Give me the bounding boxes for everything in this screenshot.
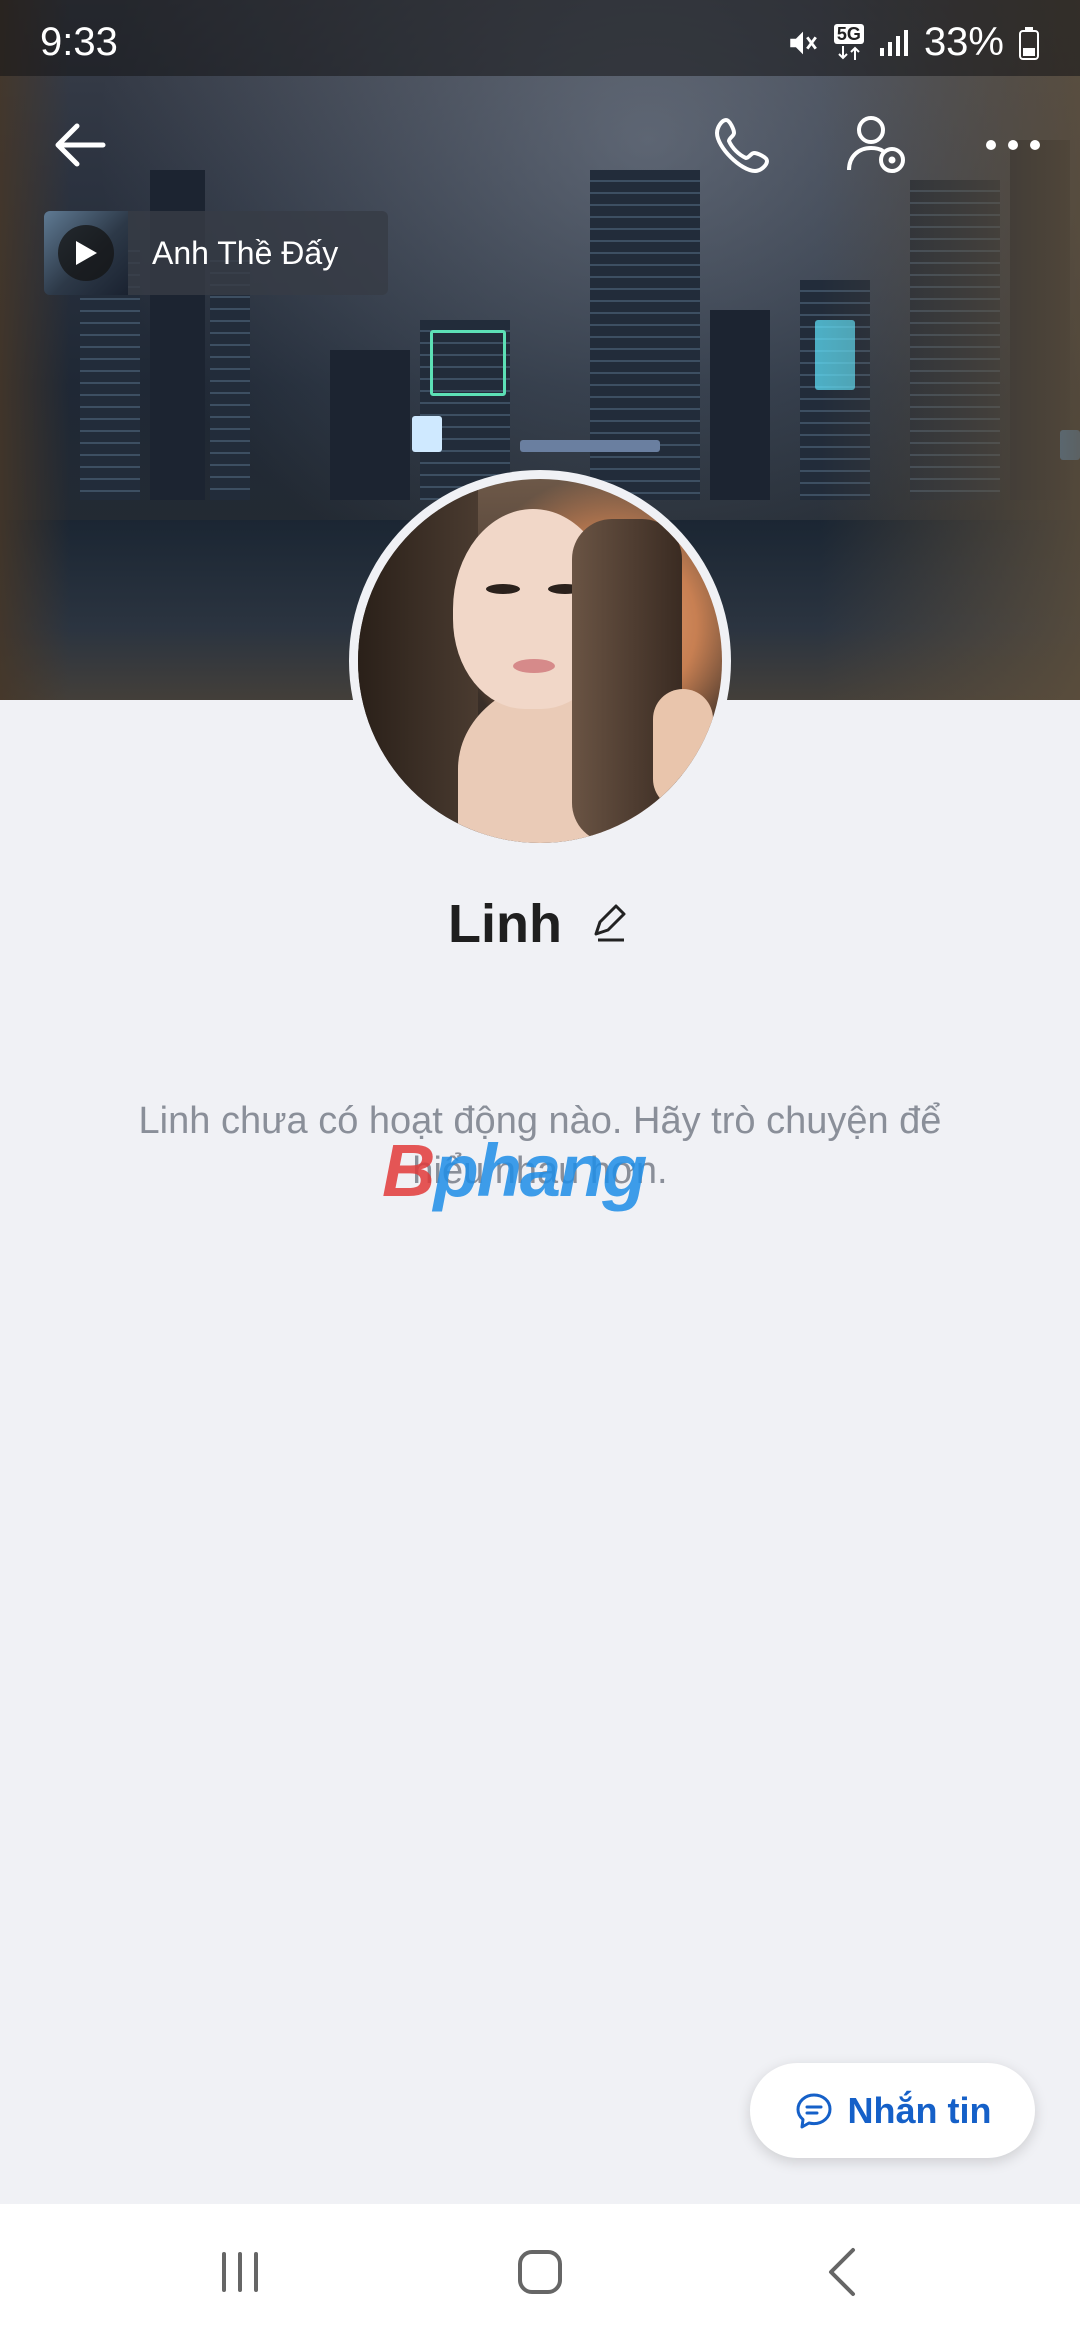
music-title: Anh Thề Đấy xyxy=(152,234,339,271)
avatar-image xyxy=(358,479,722,843)
watermark-text: phang xyxy=(433,1129,647,1212)
more-button[interactable] xyxy=(978,110,1048,180)
music-cover xyxy=(44,211,128,295)
recent-apps-button[interactable] xyxy=(210,2242,270,2302)
signal-icon xyxy=(878,28,910,58)
watermark-first-letter: B xyxy=(382,1129,435,1212)
status-bar: 9:33 5G 33% xyxy=(0,0,1080,76)
network-label: 5G xyxy=(833,23,864,44)
watermark-logo: Bphang xyxy=(382,1128,647,1213)
chat-bubble-icon xyxy=(796,2093,831,2128)
city-light xyxy=(430,330,506,396)
home-button[interactable] xyxy=(510,2242,570,2302)
building xyxy=(330,350,410,500)
back-button[interactable] xyxy=(45,110,115,180)
curtain-right xyxy=(820,0,1080,700)
profile-name-row: Linh xyxy=(0,893,1080,955)
call-button[interactable] xyxy=(708,110,778,180)
city-light xyxy=(412,416,442,452)
profile-name: Linh xyxy=(448,894,562,954)
mute-icon xyxy=(786,26,820,60)
play-icon[interactable] xyxy=(58,225,114,281)
profile-settings-button[interactable] xyxy=(843,110,913,180)
city-light xyxy=(520,440,660,452)
status-icons: 5G 33% xyxy=(786,20,1040,65)
more-icon xyxy=(986,140,1040,150)
system-back-button[interactable] xyxy=(815,2242,875,2302)
profile-music[interactable]: Anh Thề Đấy xyxy=(44,211,388,295)
navigation-bar xyxy=(0,2204,1080,2340)
recent-apps-icon xyxy=(222,2252,258,2292)
building xyxy=(710,310,770,500)
home-icon xyxy=(518,2250,562,2294)
user-settings-icon xyxy=(847,116,905,173)
message-button[interactable]: Nhắn tin xyxy=(750,2063,1035,2158)
phone-icon xyxy=(715,118,769,173)
curtain-left xyxy=(0,0,70,700)
avatar[interactable] xyxy=(349,470,731,852)
network-5g-icon: 5G xyxy=(833,23,864,62)
battery-icon xyxy=(1018,26,1040,60)
battery-percent: 33% xyxy=(923,20,1004,64)
back-arrow-icon xyxy=(55,123,106,167)
status-time: 9:33 xyxy=(40,20,118,64)
back-icon xyxy=(829,2248,855,2296)
message-button-label: Nhắn tin xyxy=(847,2089,992,2131)
pencil-icon[interactable] xyxy=(588,900,632,949)
